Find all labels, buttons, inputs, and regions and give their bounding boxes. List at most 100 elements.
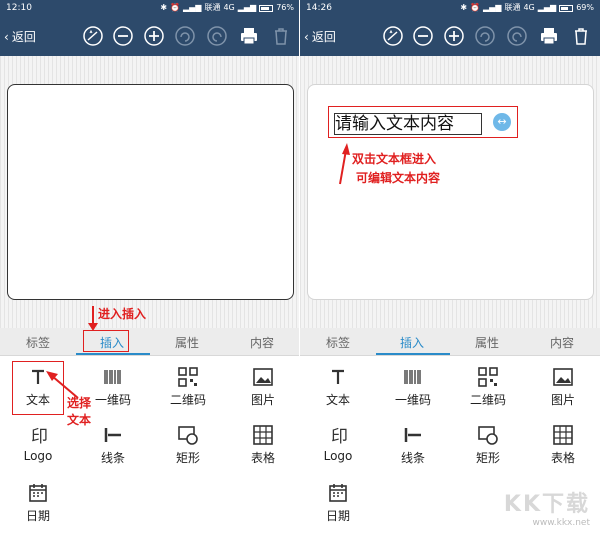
tab-properties[interactable]: 属性 xyxy=(457,334,517,351)
annotation-editable: 可编辑文本内容 xyxy=(356,171,441,185)
insert-line-item[interactable]: 线条 xyxy=(375,414,451,470)
item-label: 矩形 xyxy=(475,451,500,465)
insert-barcode-item[interactable]: 一维码 xyxy=(375,356,451,412)
item-label: 一维码 xyxy=(94,393,131,407)
barcode-icon xyxy=(102,366,124,388)
text-icon xyxy=(327,366,349,388)
signal-icon: ▂▄▆ xyxy=(482,3,502,12)
signal-icon: ▂▄▆ xyxy=(237,3,257,12)
insert-rect-item[interactable]: 矩形 xyxy=(150,414,226,470)
right-screenshot: 14:26 ✱ ⏰ ▂▄▆ 联通 4G ▂▄▆ 69% ‹ 返回 请输入文本内容… xyxy=(300,0,600,534)
active-tab-indicator xyxy=(76,353,150,355)
insert-logo-item[interactable]: 印 Logo xyxy=(300,414,376,470)
stamp-icon: 印 xyxy=(27,424,49,446)
delete-button[interactable] xyxy=(270,25,292,47)
insert-date-item[interactable]: 日期 xyxy=(300,472,376,528)
svg-text:印: 印 xyxy=(31,427,48,446)
tab-content[interactable]: 内容 xyxy=(532,334,592,351)
tab-bar: 标签 插入 属性 内容 xyxy=(300,328,600,356)
wand-button[interactable] xyxy=(82,25,104,47)
line-icon xyxy=(102,424,124,446)
chevron-left-icon: ‹ xyxy=(304,29,309,44)
resize-handle-icon[interactable]: ↔ xyxy=(493,113,511,131)
item-label: 日期 xyxy=(25,509,50,523)
insert-image-item[interactable]: 图片 xyxy=(525,356,600,412)
active-tab-indicator xyxy=(376,353,450,355)
zoom-out-button[interactable] xyxy=(412,25,434,47)
item-label: 日期 xyxy=(325,509,350,523)
insert-date-item[interactable]: 日期 xyxy=(0,472,76,528)
calendar-icon xyxy=(27,482,49,504)
plus-circle-icon xyxy=(144,26,164,46)
carrier-label: 联通 xyxy=(504,3,521,12)
qrcode-icon xyxy=(177,366,199,388)
watermark-url: www.kkx.net xyxy=(532,518,591,528)
item-label: 二维码 xyxy=(469,393,506,407)
undo-button[interactable] xyxy=(474,25,496,47)
item-label: 二维码 xyxy=(169,393,206,407)
item-label: Logo xyxy=(23,449,53,463)
battery-percent: 69% xyxy=(576,3,594,12)
insert-image-item[interactable]: 图片 xyxy=(225,356,300,412)
insert-tab-highlight xyxy=(83,330,129,352)
back-button[interactable]: ‹ 返回 xyxy=(304,28,336,45)
status-time: 12:10 xyxy=(6,3,32,13)
print-button[interactable] xyxy=(538,25,560,47)
line-icon xyxy=(402,424,424,446)
label-canvas[interactable] xyxy=(0,56,300,328)
item-label: 图片 xyxy=(250,393,275,407)
printer-icon xyxy=(241,28,257,45)
tab-properties[interactable]: 属性 xyxy=(157,334,217,351)
status-time: 14:26 xyxy=(306,3,332,13)
text-element[interactable]: 请输入文本内容 xyxy=(334,113,482,135)
annotation-arrow xyxy=(88,306,98,331)
redo-icon xyxy=(507,26,527,46)
back-label: 返回 xyxy=(11,30,36,44)
left-screenshot: 12:10 ✱ ⏰ ▂▄▆ 联通 4G ▂▄▆ 76% ‹ 返回 标签 插入 属… xyxy=(0,0,300,534)
calendar-icon xyxy=(327,482,349,504)
label-canvas[interactable]: 请输入文本内容 ↔ xyxy=(300,56,600,328)
redo-button[interactable] xyxy=(506,25,528,47)
watermark-brand: KK下载 xyxy=(503,492,590,517)
tab-label[interactable]: 标签 xyxy=(8,334,68,351)
insert-table-item[interactable]: 表格 xyxy=(525,414,600,470)
alarm-icon: ⏰ xyxy=(470,3,480,12)
trash-icon xyxy=(575,28,587,45)
item-label: 图片 xyxy=(550,393,575,407)
redo-button[interactable] xyxy=(206,25,228,47)
wand-button[interactable] xyxy=(382,25,404,47)
chevron-left-icon: ‹ xyxy=(4,29,9,44)
insert-qrcode-item[interactable]: 二维码 xyxy=(150,356,226,412)
insert-rect-item[interactable]: 矩形 xyxy=(450,414,526,470)
label-card[interactable] xyxy=(7,84,294,300)
battery-icon xyxy=(559,4,574,12)
undo-button[interactable] xyxy=(174,25,196,47)
item-label: 表格 xyxy=(250,451,275,465)
insert-qrcode-item[interactable]: 二维码 xyxy=(450,356,526,412)
minus-circle-icon xyxy=(113,26,133,46)
tab-insert[interactable]: 插入 xyxy=(382,334,442,351)
back-button[interactable]: ‹ 返回 xyxy=(4,28,36,45)
insert-logo-item[interactable]: 印 Logo xyxy=(0,414,76,470)
delete-button[interactable] xyxy=(570,25,592,47)
annotation-arrow xyxy=(46,371,79,399)
zoom-in-button[interactable] xyxy=(443,25,465,47)
text-element-highlight: 请输入文本内容 ↔ xyxy=(328,106,518,138)
battery-icon xyxy=(259,4,274,12)
magic-wand-icon xyxy=(83,26,103,46)
insert-table-item[interactable]: 表格 xyxy=(225,414,300,470)
carrier-label: 联通 xyxy=(204,3,221,12)
status-bar: 14:26 ✱ ⏰ ▂▄▆ 联通 4G ▂▄▆ 69% xyxy=(300,0,600,18)
insert-text-item[interactable]: 文本 xyxy=(300,356,376,412)
bluetooth-icon: ✱ xyxy=(460,3,468,12)
magic-wand-icon xyxy=(383,26,403,46)
image-icon xyxy=(552,366,574,388)
tab-label[interactable]: 标签 xyxy=(308,334,368,351)
print-button[interactable] xyxy=(238,25,260,47)
item-label: 矩形 xyxy=(175,451,200,465)
tab-content[interactable]: 内容 xyxy=(232,334,292,351)
zoom-out-button[interactable] xyxy=(112,25,134,47)
item-label: 文本 xyxy=(325,393,350,407)
network-label: 4G xyxy=(523,3,535,12)
zoom-in-button[interactable] xyxy=(143,25,165,47)
